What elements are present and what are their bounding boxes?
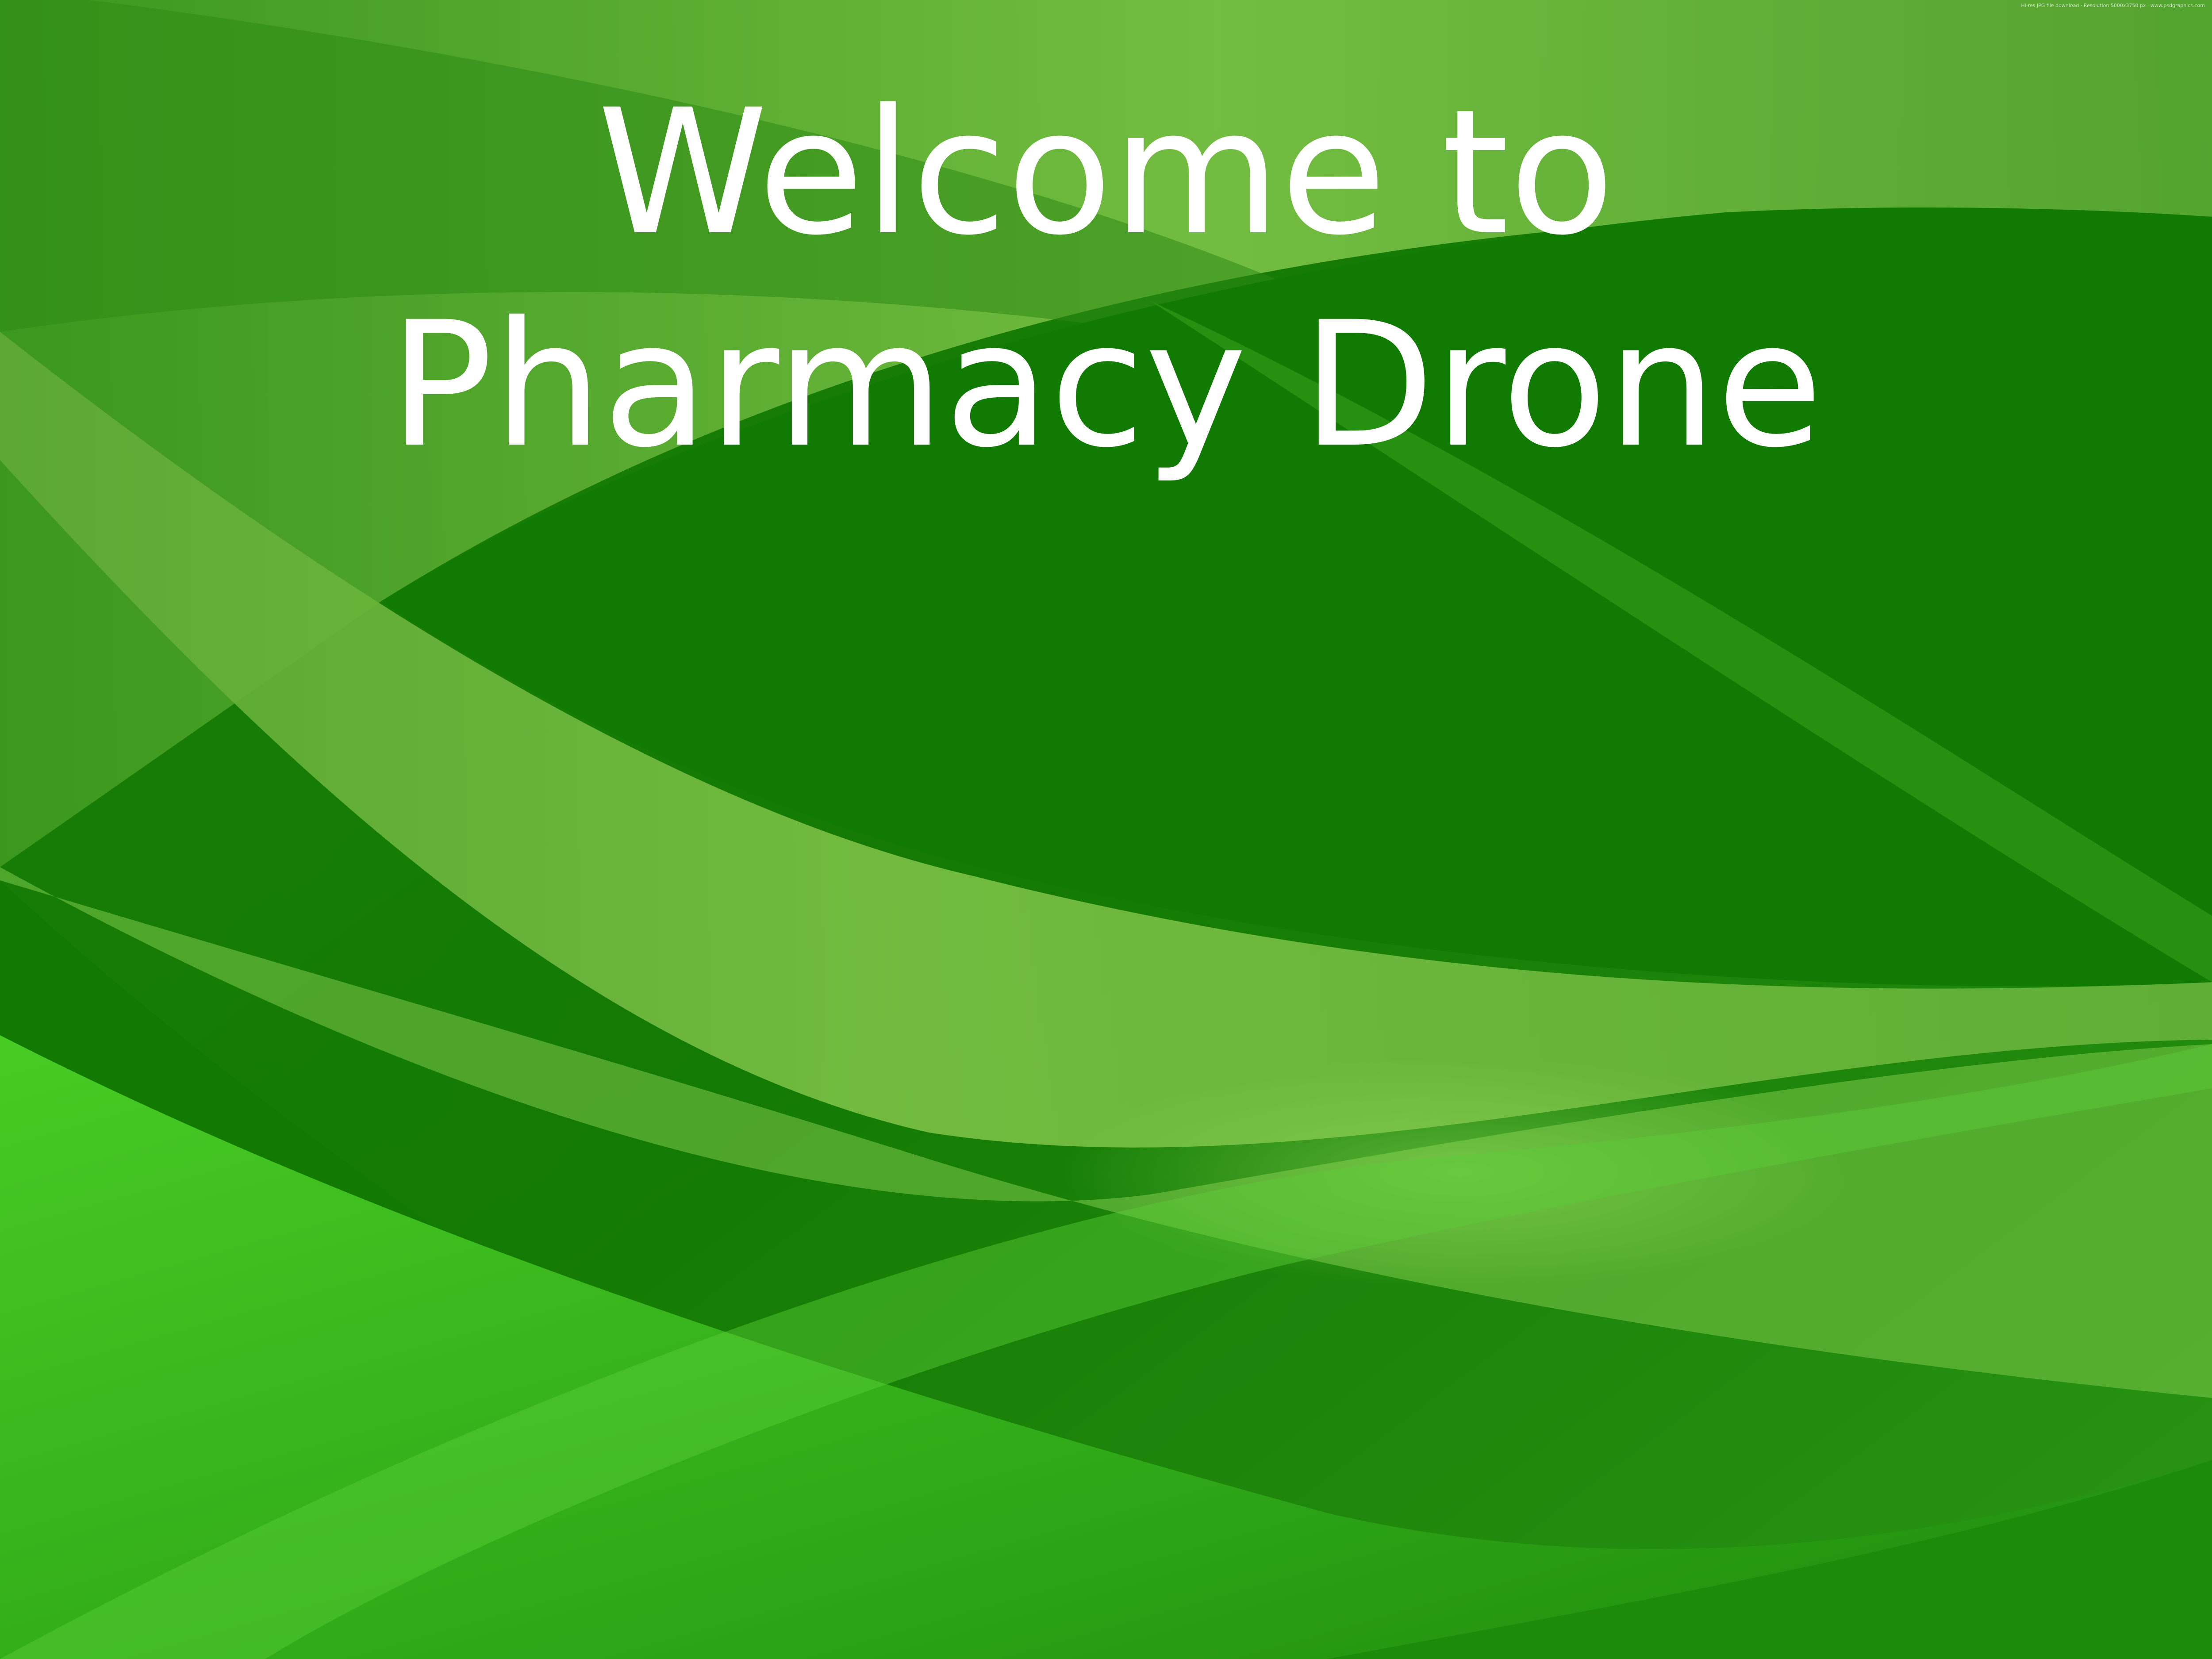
title-line-app-name: Pharmacy Drone	[389, 284, 1823, 485]
title-line-welcome: Welcome to	[597, 72, 1615, 273]
slide-canvas: Hi-res JPG file download · Resolution 50…	[0, 0, 2212, 1659]
welcome-title: Welcome to Pharmacy Drone	[0, 66, 2212, 491]
watermark-text: Hi-res JPG file download · Resolution 50…	[2021, 3, 2205, 8]
